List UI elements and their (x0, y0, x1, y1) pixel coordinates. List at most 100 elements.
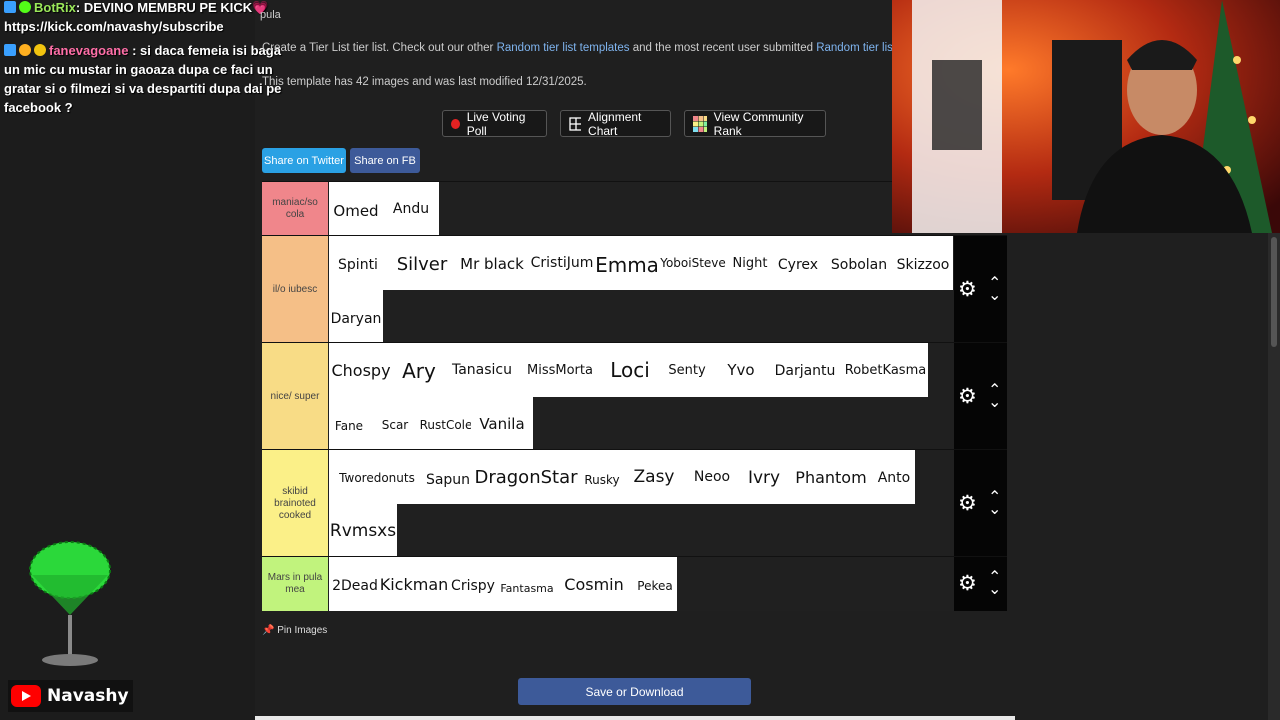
tier-item[interactable]: Crispy (447, 557, 499, 611)
youtube-icon (11, 685, 41, 707)
intro-prefix: Create a Tier List tier list. Check out … (262, 42, 497, 54)
pin-images-toggle[interactable]: 📌 Pin Images (262, 625, 327, 636)
tier-item[interactable]: Fane (329, 397, 369, 450)
tier-item[interactable]: Skizzoo (893, 236, 953, 290)
chat-text: : DEVINO MEMBRU PE KICK (75, 0, 253, 15)
tier-item[interactable]: Vanila (471, 397, 533, 450)
chat-message-fanevagoane: fanevagoane : si daca femeia isi baga un… (4, 41, 281, 117)
live-voting-button[interactable]: Live Voting Poll (442, 109, 547, 138)
tier-item[interactable]: Omed (329, 182, 383, 236)
move-down-icon[interactable]: ⌄ (988, 582, 1001, 598)
tier-item[interactable]: Ary (393, 343, 445, 397)
tier-item[interactable]: Silver (387, 236, 457, 290)
community-rank-button[interactable]: View Community Rank (684, 109, 826, 138)
kick-badge-icon (4, 1, 16, 13)
tier-item[interactable]: YoboiSteve (657, 236, 729, 290)
intro-mid: and the most recent user submitted (629, 42, 817, 54)
tier-item[interactable]: Phantom (789, 450, 873, 504)
move-down-icon[interactable]: ⌄ (988, 501, 1001, 518)
gear-icon[interactable]: ⚙ (958, 493, 977, 514)
live-voting-label: Live Voting Poll (466, 109, 526, 138)
tier-label[interactable]: maniac/so cola (262, 182, 328, 236)
tier-item[interactable]: Zasy (623, 450, 685, 504)
tier-item[interactable]: Cosmin (555, 557, 633, 611)
tier-item[interactable]: Emma (595, 236, 659, 290)
tier-item[interactable]: Chospy (329, 343, 393, 397)
tier-label[interactable]: Mars in pula mea (262, 557, 328, 611)
tier-label[interactable]: skibid brainoted cooked (262, 450, 328, 557)
tier-item[interactable]: RobetKasma (843, 343, 928, 397)
template-meta: This template has 42 images and was last… (262, 76, 587, 88)
tier-row: skibid brainoted cooked Tworedonuts Sapun D… (262, 449, 1007, 557)
tier-item[interactable]: Senty (659, 343, 715, 397)
tier-item[interactable]: Rusky (581, 450, 623, 504)
tier-row: Mars in pula mea 2Dead Kickman Crispy Fantas… (262, 556, 1007, 611)
tier-item[interactable]: Neoo (685, 450, 739, 504)
alignment-chart-button[interactable]: Alignment Chart (560, 110, 671, 138)
tier-item[interactable]: MissMorta (519, 343, 601, 397)
chat-text-line: gratar si o filmezi si va despartiti dup… (4, 81, 282, 96)
gift-badge-icon (19, 44, 31, 56)
tier-item[interactable]: Sobolan (825, 236, 893, 290)
webcam-overlay (892, 0, 1280, 233)
save-download-button[interactable]: Save or Download (518, 678, 751, 705)
scrollbar-thumb[interactable] (1271, 237, 1277, 347)
tier-controls: ⚙ ⌃ ⌄ (954, 236, 1007, 343)
chat-username: BotRix (34, 0, 76, 15)
move-down-icon[interactable]: ⌄ (988, 394, 1001, 411)
tier-item[interactable]: Anto (873, 450, 915, 504)
tier-row: il/o iubesc Spinti Silver Mr black CristiJum… (262, 235, 1007, 343)
tier-colors-icon (693, 115, 707, 132)
share-twitter-button[interactable]: Share on Twitter (262, 148, 346, 173)
page-title: pula (260, 9, 281, 21)
tier-label[interactable]: il/o iubesc (262, 236, 328, 343)
tier-item[interactable]: Fantasma (499, 557, 555, 611)
tier-item[interactable]: Tworedonuts (329, 450, 425, 504)
tier-item[interactable]: Yvo (715, 343, 767, 397)
random-templates-link[interactable]: Random tier list templates (497, 42, 630, 54)
chat-text-line: https://kick.com/navashy/subscribe (4, 19, 224, 34)
move-down-icon[interactable]: ⌄ (988, 287, 1001, 304)
verified-badge-icon (19, 1, 31, 13)
tier-label[interactable]: nice/ super (262, 343, 328, 450)
webcam-scene (892, 0, 1280, 233)
tier-item[interactable]: Mr black (457, 236, 527, 290)
streamer-tag: Navashy (8, 680, 133, 712)
share-fb-button[interactable]: Share on FB (350, 148, 420, 173)
tier-item[interactable]: Loci (601, 343, 659, 397)
tier-item[interactable]: Daryan (329, 290, 383, 343)
tier-item[interactable]: Ivry (739, 450, 789, 504)
tier-controls: ⚙ ⌃ ⌄ (954, 557, 1007, 611)
tier-item[interactable]: Pekea (633, 557, 677, 611)
tier-item[interactable]: RustCole (420, 397, 472, 450)
footer-strip (255, 716, 1015, 720)
community-rank-label: View Community Rank (713, 109, 804, 138)
kick-badge-icon (4, 44, 16, 56)
gear-icon[interactable]: ⚙ (958, 386, 977, 407)
tier-item[interactable]: Darjantu (767, 343, 843, 397)
chat-text: : si daca femeia isi baga (128, 43, 281, 58)
tier-item[interactable]: Spinti (329, 236, 387, 290)
chat-message-botrix: BotRix: DEVINO MEMBRU PE KICK💗 https://k… (4, 0, 268, 36)
tier-item[interactable]: CristiJum (527, 236, 597, 290)
tier-controls: ⚙ ⌃ ⌄ (954, 450, 1007, 557)
chat-text-line: facebook ? (4, 100, 73, 115)
tier-item[interactable]: Rvmsxs (329, 504, 397, 557)
tier-item[interactable]: 2Dead (329, 557, 381, 611)
tier-item[interactable]: DragonStar (471, 450, 581, 504)
tier-item[interactable]: Cyrex (771, 236, 825, 290)
scrollbar[interactable] (1268, 233, 1280, 720)
gear-icon[interactable]: ⚙ (958, 279, 977, 300)
tier-item[interactable]: Tanasicu (445, 343, 519, 397)
tier-item[interactable]: Night (729, 236, 771, 290)
tier-item[interactable]: Sapun (425, 450, 471, 504)
gear-icon[interactable]: ⚙ (958, 573, 977, 594)
tier-item[interactable]: Scar (369, 397, 421, 450)
chat-text-line: un mic cu mustar in gaoaza dupa ce faci … (4, 62, 273, 77)
record-icon (451, 118, 460, 129)
pin-images-label: Pin Images (277, 625, 328, 636)
tier-item[interactable]: Kickman (380, 557, 448, 611)
random-tier-lists-link[interactable]: Random tier lists (816, 42, 902, 54)
tier-item[interactable]: Andu (383, 182, 439, 236)
pin-icon: 📌 (262, 625, 275, 636)
